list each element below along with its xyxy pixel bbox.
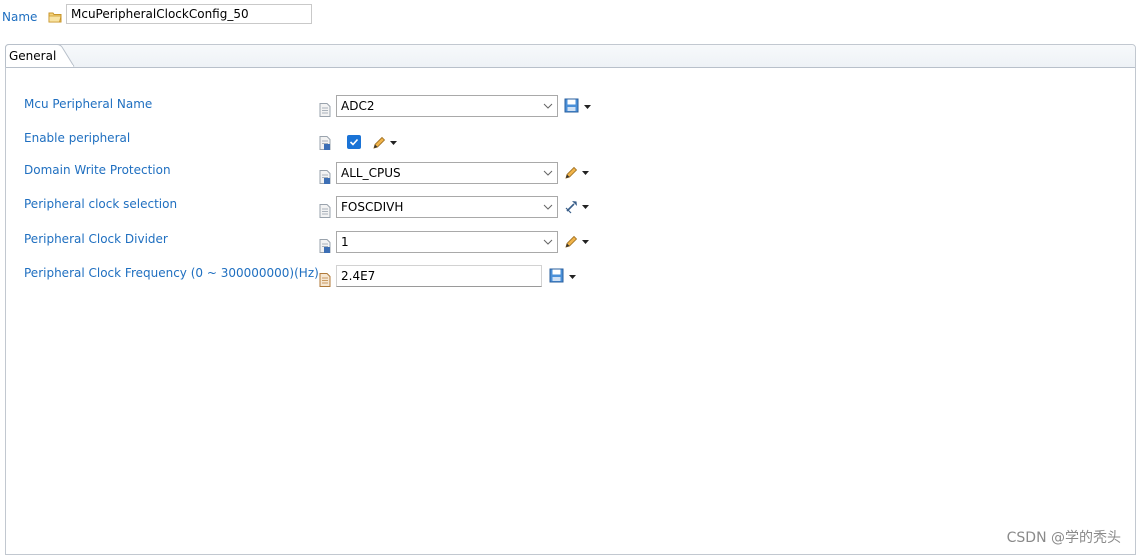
mcu-peripheral-name-select[interactable]: ADC2 xyxy=(336,95,558,117)
chevron-down-icon xyxy=(543,239,553,245)
enable-peripheral-label: Enable peripheral xyxy=(24,131,131,145)
peripheral-clock-frequency-value: 2.4E7 xyxy=(341,269,376,283)
mcu-peripheral-name-value: ADC2 xyxy=(341,99,375,113)
peripheral-clock-divider-value: 1 xyxy=(341,235,349,249)
link-icon[interactable] xyxy=(564,199,592,215)
checkmark-icon xyxy=(349,138,359,146)
chevron-down-icon xyxy=(543,170,553,176)
mcu-peripheral-name-label: Mcu Peripheral Name xyxy=(24,97,153,111)
peripheral-clock-selection-select[interactable]: FOSCDIVH xyxy=(336,196,558,218)
peripheral-clock-selection-label: Peripheral clock selection xyxy=(24,197,178,211)
peripheral-clock-frequency-label: Peripheral Clock Frequency (0 ~ 30000000… xyxy=(24,266,319,280)
document-icon xyxy=(319,204,331,218)
peripheral-clock-divider-label: Peripheral Clock Divider xyxy=(24,232,168,246)
domain-write-protection-select[interactable]: ALL_CPUS xyxy=(336,162,558,184)
save-icon[interactable] xyxy=(549,268,577,284)
peripheral-clock-selection-value: FOSCDIVH xyxy=(341,200,404,214)
watermark: CSDN @学的秃头 xyxy=(1006,530,1121,546)
name-input-value: McuPeripheralClockConfig_50 xyxy=(71,7,249,21)
editor-panel: General xyxy=(5,44,1136,555)
document-linked-icon xyxy=(319,136,331,150)
document-warning-icon xyxy=(319,273,331,287)
folder-icon xyxy=(48,12,62,23)
pencil-icon[interactable] xyxy=(372,135,400,151)
save-icon[interactable] xyxy=(564,98,592,114)
peripheral-clock-divider-select[interactable]: 1 xyxy=(336,231,558,253)
enable-peripheral-checkbox[interactable] xyxy=(347,135,361,149)
document-icon xyxy=(319,103,331,117)
tab-general[interactable]: General xyxy=(5,44,75,67)
tab-general-label: General xyxy=(9,49,57,63)
tab-bar: General xyxy=(5,44,1135,68)
domain-write-protection-value: ALL_CPUS xyxy=(341,166,401,180)
document-linked-icon xyxy=(319,239,331,253)
peripheral-clock-frequency-input[interactable]: 2.4E7 xyxy=(336,265,542,287)
document-linked-icon xyxy=(319,170,331,184)
chevron-down-icon xyxy=(543,204,553,210)
pencil-icon[interactable] xyxy=(564,165,592,181)
domain-write-protection-label: Domain Write Protection xyxy=(24,163,171,177)
pencil-icon[interactable] xyxy=(564,234,592,250)
name-label: Name xyxy=(2,10,38,24)
chevron-down-icon xyxy=(543,103,553,109)
name-input[interactable]: McuPeripheralClockConfig_50 xyxy=(66,4,312,24)
